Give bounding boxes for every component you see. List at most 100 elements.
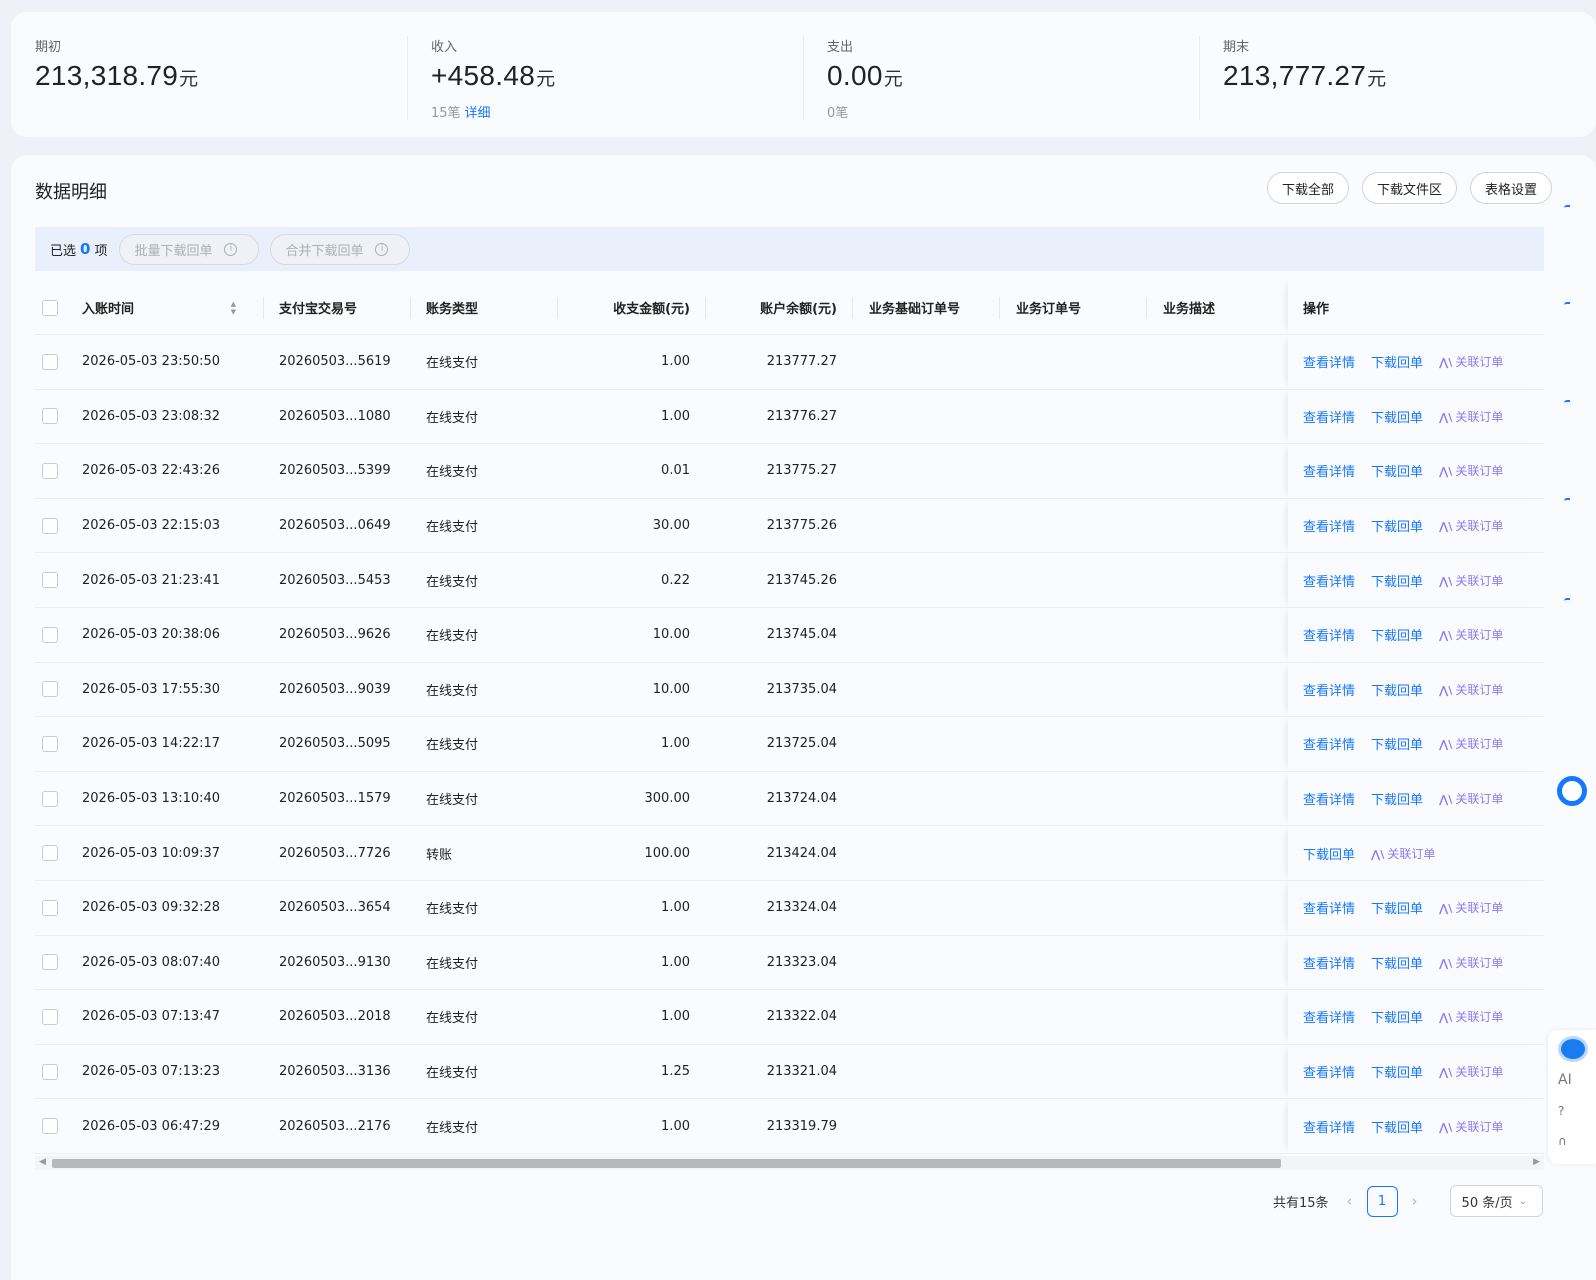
page-number-button[interactable]: 1 xyxy=(1366,1185,1398,1217)
cell-time: 2026-05-03 09:32:28 xyxy=(82,900,221,916)
download-receipt-link[interactable]: 下载回单 xyxy=(1371,734,1423,753)
download-receipt-link[interactable]: 下载回单 xyxy=(1371,571,1423,590)
download-receipt-link[interactable]: 下载回单 xyxy=(1371,953,1423,972)
select-all-checkbox[interactable] xyxy=(42,299,58,316)
relate-order-link[interactable]: ⋀\ 关联订单 xyxy=(1439,899,1503,916)
row-checkbox[interactable] xyxy=(42,572,58,589)
download-files-button[interactable]: 下载文件区 xyxy=(1362,172,1458,204)
scroll-right-icon[interactable]: ▶ xyxy=(1533,1157,1540,1167)
row-checkbox[interactable] xyxy=(42,845,58,862)
relate-order-link[interactable]: ⋀\ 关联订单 xyxy=(1439,626,1503,643)
cell-trade-no: 20260503...3654 xyxy=(279,900,391,916)
relate-order-label: 关联订单 xyxy=(1455,1065,1504,1080)
view-detail-link[interactable]: 查看详情 xyxy=(1303,1117,1355,1136)
download-receipt-link[interactable]: 下载回单 xyxy=(1371,407,1423,426)
scrollbar-thumb[interactable] xyxy=(52,1159,1281,1168)
download-receipt-link[interactable]: 下载回单 xyxy=(1371,516,1423,535)
relate-order-link[interactable]: ⋀\ 关联订单 xyxy=(1371,845,1435,862)
help-icon[interactable]: ? xyxy=(1558,1104,1564,1118)
row-checkbox[interactable] xyxy=(42,954,58,971)
cell-trade-no: 20260503...1080 xyxy=(279,408,391,424)
download-receipt-link[interactable]: 下载回单 xyxy=(1371,1117,1423,1136)
view-detail-link[interactable]: 查看详情 xyxy=(1303,516,1355,535)
relate-order-link[interactable]: ⋀\ 关联订单 xyxy=(1439,681,1503,698)
cell-actions: 查看详情 下载回单 ⋀\ 关联订单 xyxy=(1288,662,1544,717)
horizontal-scrollbar[interactable]: ◀ ▶ xyxy=(35,1156,1544,1170)
download-receipt-link[interactable]: 下载回单 xyxy=(1303,844,1355,863)
view-detail-link[interactable]: 查看详情 xyxy=(1303,407,1355,426)
ai-label[interactable]: AI xyxy=(1558,1072,1572,1088)
download-receipt-link[interactable]: 下载回单 xyxy=(1371,1062,1423,1081)
download-receipt-link[interactable]: 下载回单 xyxy=(1371,789,1423,808)
table-settings-button[interactable]: 表格设置 xyxy=(1470,172,1553,204)
page-size-value: 50 条/页 xyxy=(1461,1195,1513,1211)
view-detail-link[interactable]: 查看详情 xyxy=(1303,898,1355,917)
view-detail-link[interactable]: 查看详情 xyxy=(1303,571,1355,590)
selection-suffix: 项 xyxy=(94,243,108,259)
relate-order-link[interactable]: ⋀\ 关联订单 xyxy=(1439,353,1503,370)
sort-icon[interactable]: ▲ ▼ xyxy=(231,300,236,316)
relate-order-link[interactable]: ⋀\ 关联订单 xyxy=(1439,1118,1503,1135)
download-receipt-link[interactable]: 下载回单 xyxy=(1371,461,1423,480)
table-row: 2026-05-03 07:13:23 20260503...3136 在线支付 1.… xyxy=(35,1044,1544,1100)
view-detail-link[interactable]: 查看详情 xyxy=(1303,352,1355,371)
view-detail-link[interactable]: 查看详情 xyxy=(1303,461,1355,480)
column-header-time[interactable]: 入账时间 ▲ ▼ xyxy=(82,281,242,334)
view-detail-link[interactable]: 查看详情 xyxy=(1303,734,1355,753)
row-checkbox[interactable] xyxy=(42,462,58,479)
cell-type: 在线支付 xyxy=(426,520,479,536)
row-checkbox[interactable] xyxy=(42,735,58,752)
batch-download-button[interactable]: 批量下载回单 i xyxy=(119,233,260,265)
row-checkbox[interactable] xyxy=(42,1008,58,1025)
cell-actions: 查看详情 下载回单 ⋀\ 关联订单 xyxy=(1288,990,1544,1044)
info-icon[interactable]: i xyxy=(375,242,389,256)
relate-order-link[interactable]: ⋀\ 关联订单 xyxy=(1439,517,1503,534)
view-detail-link[interactable]: 查看详情 xyxy=(1303,1007,1355,1026)
relate-order-link[interactable]: ⋀\ 关联订单 xyxy=(1439,572,1503,589)
download-receipt-link[interactable]: 下载回单 xyxy=(1371,625,1423,644)
download-all-button[interactable]: 下载全部 xyxy=(1267,172,1350,204)
column-divider xyxy=(705,297,706,319)
prev-page-icon[interactable]: ‹ xyxy=(1347,1192,1353,1210)
view-detail-link[interactable]: 查看详情 xyxy=(1303,789,1355,808)
summary-value: +458.48 xyxy=(431,60,536,91)
relate-order-link[interactable]: ⋀\ 关联订单 xyxy=(1439,408,1503,425)
page-size-select[interactable]: 50 条/页 ⌄ xyxy=(1449,1185,1543,1217)
info-icon[interactable]: i xyxy=(224,242,238,256)
floating-assistant-icon[interactable] xyxy=(1557,776,1587,806)
view-detail-link[interactable]: 查看详情 xyxy=(1303,680,1355,699)
transactions-table: 入账时间 ▲ ▼ 支付宝交易号 账务类型 收支金额(元) 账户余额(元) 业务基础… xyxy=(35,281,1544,1154)
row-checkbox[interactable] xyxy=(42,899,58,916)
column-header-base-order: 业务基础订单号 xyxy=(869,302,961,317)
row-checkbox[interactable] xyxy=(42,681,58,698)
relate-order-label: 关联订单 xyxy=(1387,846,1436,861)
view-detail-link[interactable]: 查看详情 xyxy=(1303,1062,1355,1081)
row-checkbox[interactable] xyxy=(42,790,58,807)
download-receipt-link[interactable]: 下载回单 xyxy=(1371,898,1423,917)
ai-spark-icon: ⋀\ xyxy=(1439,683,1453,697)
relate-order-link[interactable]: ⋀\ 关联订单 xyxy=(1439,790,1503,807)
relate-order-link[interactable]: ⋀\ 关联订单 xyxy=(1439,735,1503,752)
view-detail-link[interactable]: 查看详情 xyxy=(1303,953,1355,972)
scroll-left-icon[interactable]: ◀ xyxy=(39,1157,46,1167)
relate-order-link[interactable]: ⋀\ 关联订单 xyxy=(1439,1008,1503,1025)
download-receipt-link[interactable]: 下载回单 xyxy=(1371,352,1423,371)
row-checkbox[interactable] xyxy=(42,1118,58,1135)
next-page-icon[interactable]: › xyxy=(1412,1192,1418,1210)
download-receipt-link[interactable]: 下载回单 xyxy=(1371,1007,1423,1026)
row-checkbox[interactable] xyxy=(42,626,58,643)
robot-icon[interactable] xyxy=(1558,1036,1588,1062)
relate-order-link[interactable]: ⋀\ 关联订单 xyxy=(1439,954,1503,971)
income-detail-link[interactable]: 详细 xyxy=(465,106,491,121)
download-receipt-link[interactable]: 下载回单 xyxy=(1371,680,1423,699)
row-checkbox[interactable] xyxy=(42,353,58,370)
row-checkbox[interactable] xyxy=(42,408,58,425)
headset-icon[interactable]: ∩ xyxy=(1558,1134,1567,1148)
row-checkbox[interactable] xyxy=(42,1063,58,1080)
relate-order-link[interactable]: ⋀\ 关联订单 xyxy=(1439,1063,1503,1080)
cell-amount: 1.00 xyxy=(661,900,690,916)
relate-order-link[interactable]: ⋀\ 关联订单 xyxy=(1439,462,1503,479)
row-checkbox[interactable] xyxy=(42,517,58,534)
view-detail-link[interactable]: 查看详情 xyxy=(1303,625,1355,644)
merge-download-button[interactable]: 合并下载回单 i xyxy=(270,233,411,265)
